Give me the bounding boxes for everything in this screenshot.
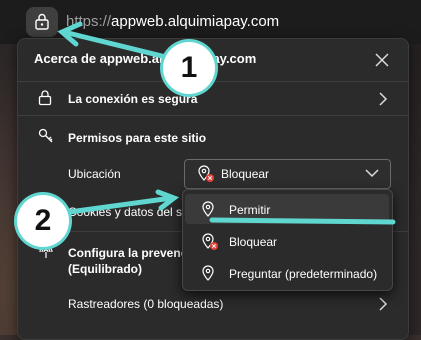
step-1-badge: 1: [163, 42, 215, 94]
arrow-2: [59, 195, 175, 216]
annotation-arrows: [57, 21, 396, 225]
step-2-badge: 2: [17, 195, 69, 247]
arrow-1: [65, 30, 181, 63]
underline-permitir: [209, 217, 396, 225]
